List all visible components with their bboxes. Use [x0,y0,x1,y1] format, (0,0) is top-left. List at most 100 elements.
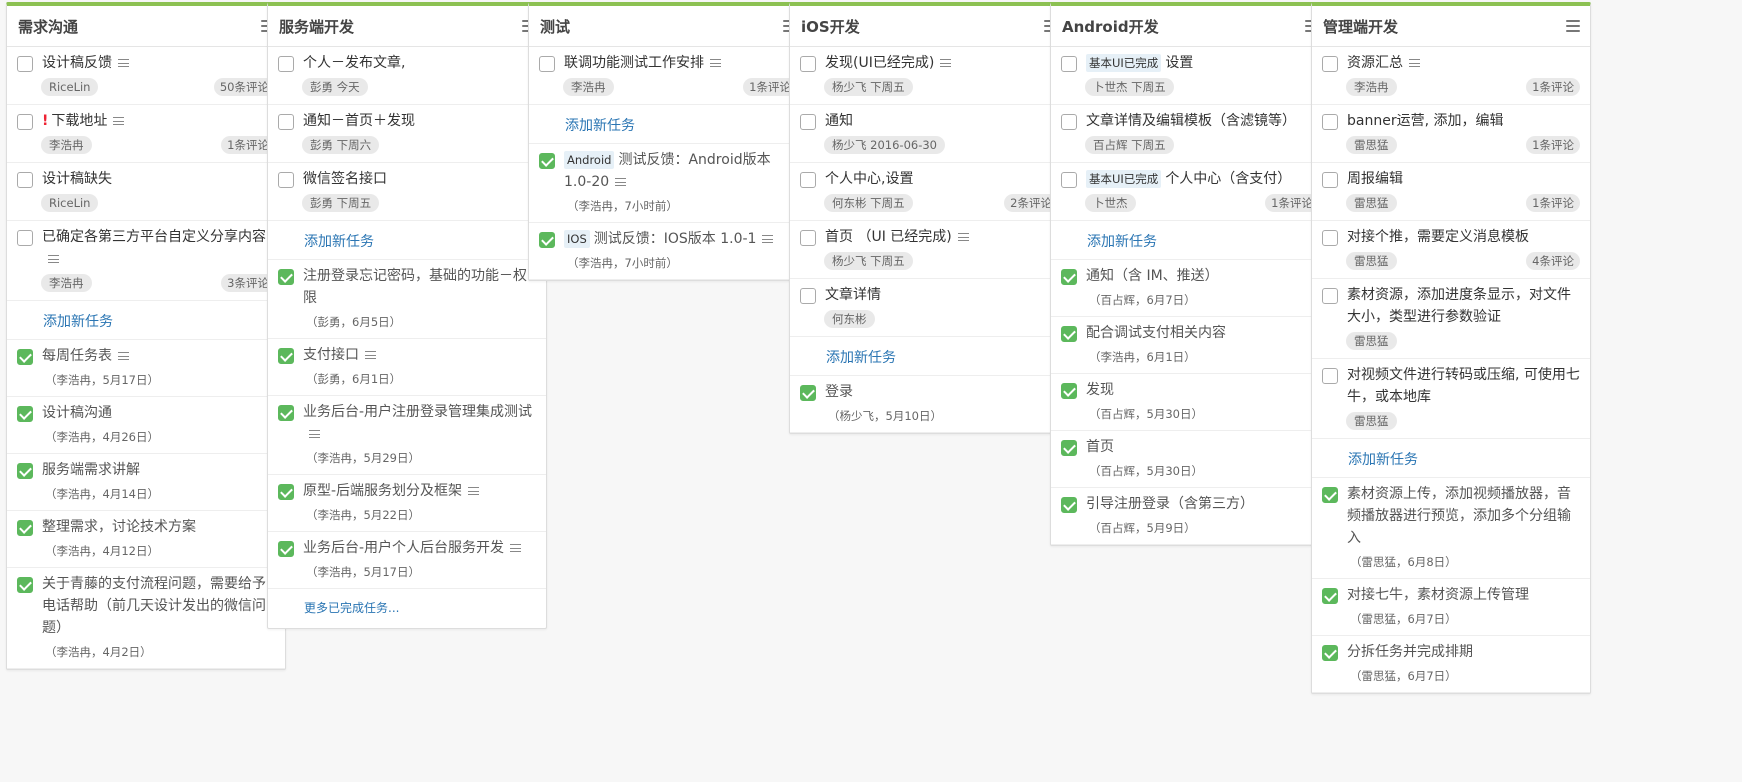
task-checkbox-checked[interactable] [278,405,294,421]
task-checkbox-checked[interactable] [17,520,33,536]
task-checkbox-checked[interactable] [17,406,33,422]
task-title[interactable]: 素材资源上传，添加视频播放器，音频播放器进行预览，添加多个分组输入 [1347,483,1580,549]
completed-task-item[interactable]: Android 测试反馈：Android版本 1.0-20 （李浩冉，7小时前） [529,144,807,223]
task-item[interactable]: 通知 杨少飞 2016-06-30 [790,105,1068,163]
comment-count-badge[interactable]: 50条评论 [213,78,275,96]
task-title[interactable]: 基本UI已完成 设置 [1086,52,1193,74]
task-checkbox-checked[interactable] [1061,383,1077,399]
task-title[interactable]: 支付接口 [303,344,376,366]
task-title[interactable]: 对接个推，需要定义消息模板 [1347,226,1529,248]
task-title[interactable]: 通知（含 IM、推送） [1086,265,1219,287]
task-checkbox-checked[interactable] [800,385,816,401]
task-checkbox[interactable] [1061,114,1077,130]
completed-task-item[interactable]: IOS 测试反馈：IOS版本 1.0-1 （李浩冉，7小时前） [529,223,807,280]
task-title[interactable]: 首页 （UI 已经完成) [825,226,969,248]
task-title[interactable]: 首页 [1086,436,1114,458]
task-item[interactable]: 通知－首页＋发现 彭勇 下周六 [268,105,546,163]
task-title[interactable]: 原型-后端服务划分及框架 [303,480,480,502]
task-title[interactable]: 业务后台-用户个人后台服务开发 [303,537,522,559]
task-checkbox-checked[interactable] [1322,487,1338,503]
task-item[interactable]: 设计稿反馈 RiceLin 50条评论 [7,47,285,105]
task-checkbox[interactable] [278,172,294,188]
add-task-link[interactable]: 添加新任务 [790,337,1068,376]
task-checkbox-checked[interactable] [278,484,294,500]
task-checkbox[interactable] [800,114,816,130]
task-checkbox[interactable] [17,114,33,130]
task-checkbox[interactable] [278,56,294,72]
task-title[interactable]: 每周任务表 [42,345,129,367]
task-checkbox[interactable] [539,56,555,72]
task-title[interactable]: 引导注册登录（含第三方） [1086,493,1254,515]
task-item[interactable]: 基本UI已完成 设置 卜世杰 下周五 [1051,47,1329,105]
completed-task-item[interactable]: 业务后台-用户注册登录管理集成测试 （李浩冉，5月29日） [268,396,546,475]
task-checkbox-checked[interactable] [1061,326,1077,342]
completed-task-item[interactable]: 原型-后端服务划分及框架 （李浩冉，5月22日） [268,475,546,532]
task-title[interactable]: ! 下载地址 [42,110,125,132]
completed-task-item[interactable]: 服务端需求讲解 （李浩冉，4月14日） [7,454,285,511]
task-item[interactable]: 个人－发布文章, 彭勇 今天 [268,47,546,105]
task-checkbox-checked[interactable] [278,541,294,557]
task-title[interactable]: 分拆任务并完成排期 [1347,641,1473,663]
completed-task-item[interactable]: 业务后台-用户个人后台服务开发 （李浩冉，5月17日） [268,532,546,589]
task-title[interactable]: 联调功能测试工作安排 [564,52,721,74]
task-title[interactable]: 注册登录忘记密码，基础的功能－权限 [303,265,536,309]
task-title[interactable]: 发现 [1086,379,1114,401]
task-title[interactable]: 关于青藤的支付流程问题，需要给予电话帮助（前几天设计发出的微信问题） [42,573,275,639]
completed-task-item[interactable]: 注册登录忘记密码，基础的功能－权限 （彭勇，6月5日） [268,260,546,339]
task-checkbox[interactable] [278,114,294,130]
task-checkbox-checked[interactable] [278,348,294,364]
completed-task-item[interactable]: 登录 （杨少飞，5月10日） [790,376,1068,433]
column-menu-icon[interactable] [1566,20,1580,32]
task-title[interactable]: IOS 测试反馈：IOS版本 1.0-1 [564,228,774,250]
task-title[interactable]: 发现(UI已经完成) [825,52,952,74]
task-checkbox-checked[interactable] [1061,497,1077,513]
task-checkbox[interactable] [1322,288,1338,304]
comment-count-badge[interactable]: 1条评论 [1526,78,1580,96]
task-item[interactable]: 发现(UI已经完成) 杨少飞 下周五 [790,47,1068,105]
completed-task-item[interactable]: 首页 （百占辉，5月30日） [1051,431,1329,488]
task-title[interactable]: banner运营, 添加，编辑 [1347,110,1503,132]
add-task-link[interactable]: 添加新任务 [268,221,546,260]
completed-task-item[interactable]: 配合调试支付相关内容 （李浩冉，6月1日） [1051,317,1329,374]
completed-task-item[interactable]: 支付接口 （彭勇，6月1日） [268,339,546,396]
task-checkbox[interactable] [1322,56,1338,72]
task-title[interactable]: 登录 [825,381,853,403]
task-title[interactable]: 服务端需求讲解 [42,459,140,481]
task-item[interactable]: 文章详情 何东彬 [790,279,1068,337]
task-item[interactable]: banner运营, 添加，编辑 雷思猛 1条评论 [1312,105,1590,163]
task-title[interactable]: 文章详情及编辑模板（含滤镜等） [1086,110,1296,132]
task-title[interactable]: 周报编辑 [1347,168,1403,190]
task-title[interactable]: 已确定各第三方平台自定义分享内容 [42,226,275,270]
completed-task-item[interactable]: 引导注册登录（含第三方） （百占辉，5月9日） [1051,488,1329,545]
task-checkbox-checked[interactable] [17,463,33,479]
task-title[interactable]: 对接七牛，素材资源上传管理 [1347,584,1529,606]
task-checkbox[interactable] [17,56,33,72]
task-item[interactable]: 基本UI已完成 个人中心（含支付） 卜世杰 1条评论 [1051,163,1329,221]
task-checkbox[interactable] [17,230,33,246]
task-item[interactable]: 个人中心,设置 何东彬 下周五 2条评论 [790,163,1068,221]
task-item[interactable]: 设计稿缺失 RiceLin [7,163,285,221]
task-checkbox-checked[interactable] [1322,588,1338,604]
task-checkbox-checked[interactable] [1061,440,1077,456]
completed-task-item[interactable]: 发现 （百占辉，5月30日） [1051,374,1329,431]
task-item[interactable]: 微信签名接口 彭勇 下周五 [268,163,546,221]
task-checkbox-checked[interactable] [1061,269,1077,285]
task-checkbox[interactable] [800,56,816,72]
task-checkbox[interactable] [800,230,816,246]
task-item[interactable]: 联调功能测试工作安排 李浩冉 1条评论 [529,47,807,105]
completed-task-item[interactable]: 设计稿沟通 （李浩冉，4月26日） [7,397,285,454]
task-item[interactable]: 文章详情及编辑模板（含滤镜等） 百占辉 下周五 [1051,105,1329,163]
comment-count-badge[interactable]: 1条评论 [1526,194,1580,212]
task-checkbox[interactable] [1322,172,1338,188]
add-task-link[interactable]: 添加新任务 [7,301,285,340]
task-title[interactable]: 对视频文件进行转码或压缩, 可使用七牛，或本地库 [1347,364,1580,408]
task-checkbox[interactable] [1061,172,1077,188]
comment-count-badge[interactable]: 1条评论 [1526,136,1580,154]
add-task-link[interactable]: 添加新任务 [1312,439,1590,478]
task-item[interactable]: 对视频文件进行转码或压缩, 可使用七牛，或本地库 雷思猛 [1312,359,1590,439]
task-checkbox[interactable] [800,288,816,304]
task-title[interactable]: 配合调试支付相关内容 [1086,322,1226,344]
task-title[interactable]: 设计稿缺失 [42,168,112,190]
task-checkbox[interactable] [17,172,33,188]
task-checkbox-checked[interactable] [539,153,555,169]
